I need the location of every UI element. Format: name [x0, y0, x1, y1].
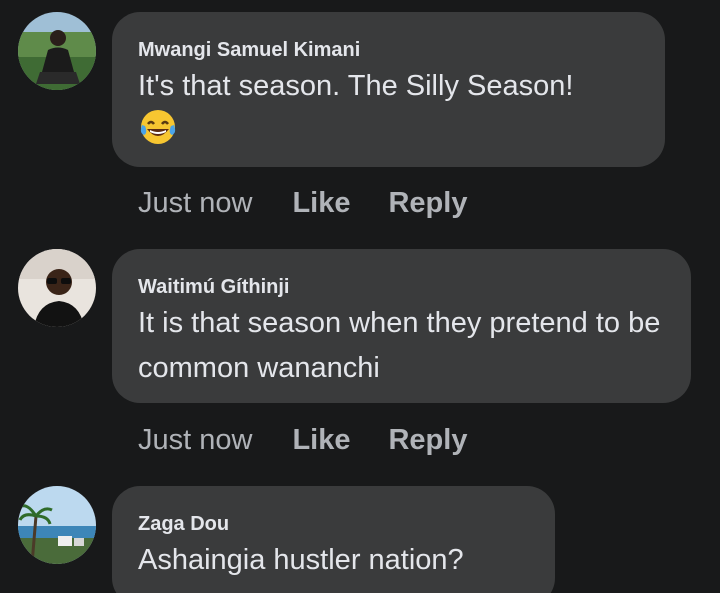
reply-button[interactable]: Reply [388, 424, 467, 457]
reply-button[interactable]: Reply [388, 187, 467, 220]
comment-text: It's that season. The Silly Season! [138, 70, 574, 102]
emoji-line [138, 107, 639, 147]
avatar[interactable] [18, 12, 96, 90]
comment-author[interactable]: Waitimú Gíthinji [138, 275, 665, 299]
avatar[interactable] [18, 486, 96, 564]
avatar[interactable] [18, 249, 96, 327]
like-button[interactable]: Like [292, 424, 350, 457]
comment-bubble: Waitimú Gíthinji It is that season when … [112, 249, 691, 403]
comment-bubble: Mwangi Samuel Kimani It's that season. T… [112, 12, 665, 167]
comment-text: Ashaingia hustler nation? [138, 544, 464, 576]
comment-thread: Mwangi Samuel Kimani It's that season. T… [0, 0, 720, 593]
comment-timestamp: Just now [138, 186, 253, 219]
tears-of-joy-emoji-icon [140, 110, 176, 144]
like-button[interactable]: Like [292, 187, 350, 220]
comment-actions: Just now Like Reply [138, 183, 505, 223]
comment-bubble: Zaga Dou Ashaingia hustler nation? [112, 486, 555, 593]
comment-author[interactable]: Zaga Dou [138, 512, 529, 536]
comment-timestamp: Just now [138, 423, 253, 456]
profile-photo [18, 486, 96, 564]
profile-photo [18, 12, 96, 90]
comment-actions: Just now Like Reply [138, 420, 505, 460]
comment-text: It is that season when they pretend to b… [138, 307, 661, 384]
profile-photo [18, 249, 96, 327]
comment-author[interactable]: Mwangi Samuel Kimani [138, 38, 639, 62]
